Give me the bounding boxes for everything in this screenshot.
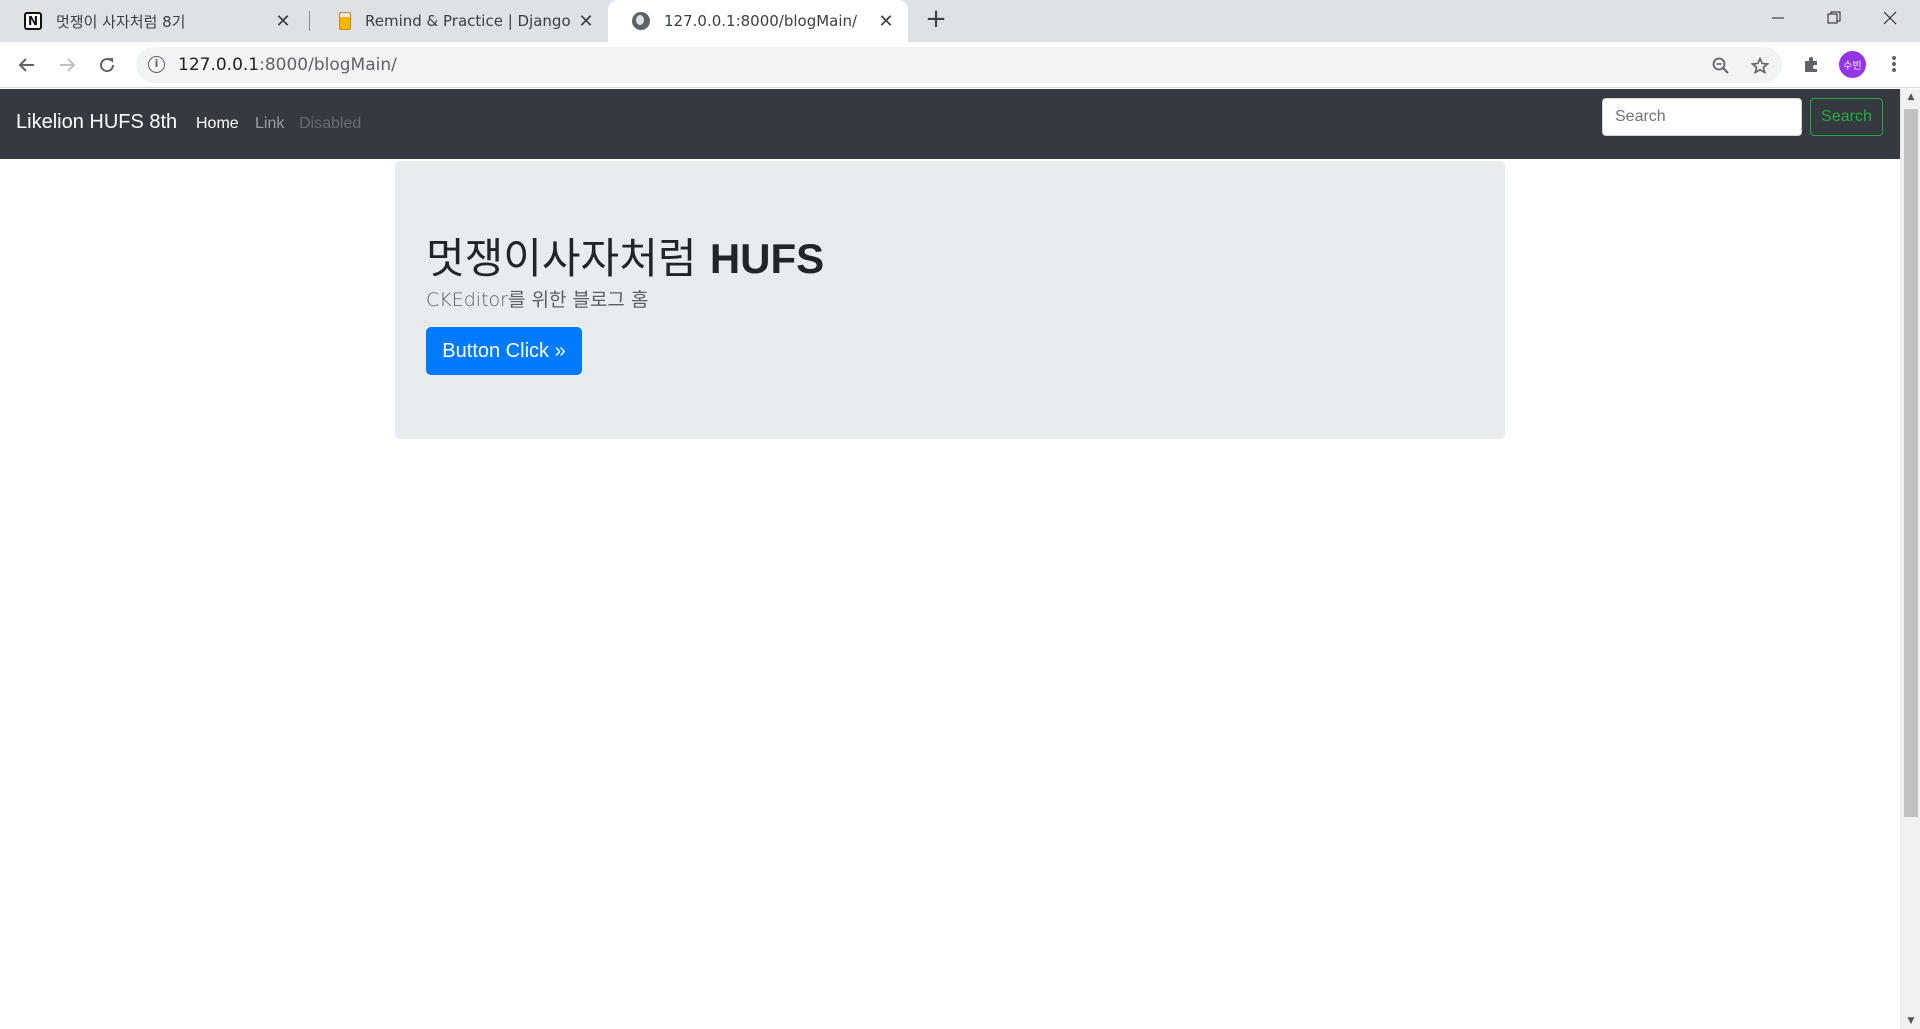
navbar-brand[interactable]: Likelion HUFS 8th — [16, 111, 177, 134]
extensions-icon[interactable] — [1797, 50, 1825, 78]
scrollbar-thumb[interactable] — [1904, 109, 1918, 817]
tab-title: Remind & Practice | Django Blog — [365, 12, 576, 30]
menu-kebab-icon[interactable] — [1880, 50, 1908, 78]
notion-icon: N — [24, 12, 42, 30]
page-title: 멋쟁이사자처럼 HUFS — [426, 234, 825, 283]
page-viewport: Likelion HUFS 8th Home Link Disabled Sea… — [0, 89, 1900, 1029]
tab-title: 멋쟁이 사자처럼 8기 — [56, 12, 186, 31]
back-button[interactable] — [11, 49, 43, 81]
reload-icon — [100, 58, 115, 73]
close-window-button[interactable] — [1862, 0, 1918, 36]
browser-tab-notion[interactable]: N 멋쟁이 사자처럼 8기 ✕ — [0, 0, 305, 42]
arrow-right-icon — [60, 58, 76, 72]
profile-avatar[interactable]: 수빈 — [1839, 51, 1866, 78]
vertical-scrollbar[interactable]: ▲ ▼ — [1900, 89, 1920, 1029]
close-icon[interactable]: ✕ — [876, 11, 896, 32]
page-subtitle: CKEditor를 위한 블로그 홈 — [426, 289, 649, 311]
nav-link-home[interactable]: Home — [196, 115, 239, 133]
beer-icon — [339, 12, 351, 30]
restore-button[interactable] — [1806, 0, 1862, 36]
browser-tab-active[interactable]: 127.0.0.1:8000/blogMain/ ✕ — [608, 0, 908, 42]
nav-link-disabled: Disabled — [299, 115, 362, 132]
restore-icon — [1827, 11, 1841, 24]
bookmark-star-icon[interactable] — [1749, 55, 1771, 77]
close-icon[interactable]: ✕ — [273, 11, 293, 32]
browser-tab-strip: N 멋쟁이 사자처럼 8기 ✕ Remind & Practice | Djan… — [0, 0, 1920, 42]
globe-icon — [632, 12, 650, 30]
new-tab-button[interactable]: + — [922, 6, 950, 34]
scroll-up-arrow[interactable]: ▲ — [1901, 89, 1920, 105]
browser-tab-django-blog[interactable]: Remind & Practice | Django Blog ✕ — [312, 0, 608, 42]
search-button[interactable]: Search — [1810, 98, 1883, 136]
browser-toolbar: i 127.0.0.1:8000/blogMain/ 수빈 — [0, 42, 1920, 88]
arrow-left-icon — [18, 58, 34, 72]
minimize-button[interactable] — [1750, 0, 1806, 36]
minimize-icon — [1772, 17, 1784, 19]
site-navbar: Likelion HUFS 8th Home Link Disabled Sea… — [0, 89, 1900, 159]
close-icon — [1883, 11, 1897, 25]
reload-button[interactable] — [91, 49, 123, 81]
info-icon[interactable]: i — [148, 56, 165, 73]
address-bar[interactable]: i 127.0.0.1:8000/blogMain/ — [136, 47, 1782, 83]
tab-title: 127.0.0.1:8000/blogMain/ — [664, 12, 858, 30]
url-text: 127.0.0.1:8000/blogMain/ — [178, 55, 397, 75]
jumbotron: 멋쟁이사자처럼 HUFS CKEditor를 위한 블로그 홈 Button C… — [395, 161, 1505, 439]
zoom-icon[interactable] — [1710, 55, 1732, 77]
search-input[interactable] — [1602, 98, 1802, 136]
button-click[interactable]: Button Click » — [426, 327, 582, 375]
tab-separator — [309, 11, 310, 31]
scroll-down-arrow[interactable]: ▼ — [1901, 1013, 1920, 1029]
close-icon[interactable]: ✕ — [576, 11, 596, 32]
forward-button[interactable] — [51, 49, 83, 81]
nav-link-link[interactable]: Link — [255, 115, 284, 133]
